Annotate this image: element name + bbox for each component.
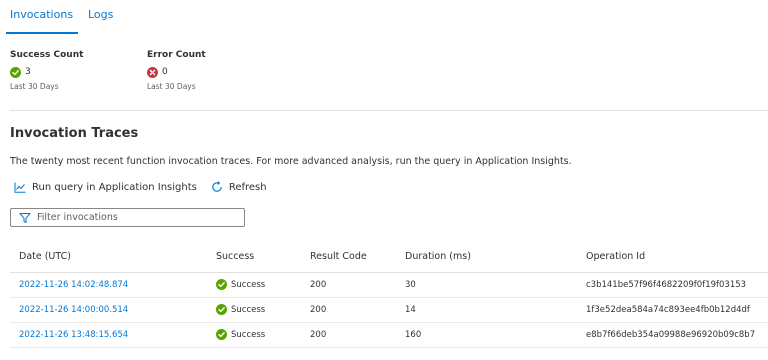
error-x-icon: [147, 66, 158, 78]
table-row: 2022-11-26 14:00:00.514 Success 200 14 1…: [10, 298, 768, 323]
result-code: 200: [310, 280, 327, 290]
success-cell: Success: [216, 304, 265, 315]
tab-logs[interactable]: Logs: [88, 8, 113, 21]
success-text: Success: [231, 329, 266, 340]
success-text: Success: [231, 304, 266, 315]
header-date[interactable]: Date (UTC): [19, 251, 71, 262]
success-count-metric: Success Count 3 Last 30 Days: [10, 50, 83, 91]
refresh-button[interactable]: Refresh: [211, 181, 267, 193]
section-description: The twenty most recent function invocati…: [10, 156, 572, 167]
success-cell: Success: [216, 279, 265, 290]
success-text: Success: [231, 279, 266, 290]
date-link[interactable]: 2022-11-26 14:02:48.874: [19, 280, 128, 290]
error-count-value: 0: [162, 67, 168, 77]
section-divider: [10, 110, 768, 111]
success-check-icon: [10, 66, 21, 78]
error-count-metric: Error Count 0 Last 30 Days: [147, 50, 206, 91]
result-code: 200: [310, 330, 327, 340]
success-count-title: Success Count: [10, 50, 84, 60]
toolbar: Run query in Application Insights Refres…: [14, 181, 267, 193]
duration: 14: [405, 305, 416, 315]
invocations-table: Date (UTC) Success Result Code Duration …: [10, 244, 768, 348]
table-row: 2022-11-26 14:02:48.874 Success 200 30 c…: [10, 273, 768, 298]
table-row: 2022-11-26 13:48:15.654 Success 200 160 …: [10, 323, 768, 348]
success-check-icon: [216, 279, 227, 290]
date-link[interactable]: 2022-11-26 13:48:15.654: [19, 330, 128, 340]
operation-id: c3b141be57f96f4682209f0f19f03153: [586, 280, 747, 290]
run-query-button[interactable]: Run query in Application Insights: [14, 182, 197, 193]
refresh-icon: [212, 181, 222, 192]
success-check-icon: [216, 304, 227, 315]
refresh-label: Refresh: [228, 181, 267, 193]
chart-icon: [14, 182, 26, 193]
duration: 30: [405, 280, 416, 290]
success-check-icon: [216, 329, 227, 340]
header-result-code[interactable]: Result Code: [310, 251, 367, 262]
success-cell: Success: [216, 329, 265, 340]
header-success[interactable]: Success: [216, 251, 254, 262]
filter-icon: [19, 212, 31, 223]
filter-box: [10, 208, 245, 227]
header-duration[interactable]: Duration (ms): [405, 251, 471, 262]
date-link[interactable]: 2022-11-26 14:00:00.514: [19, 305, 128, 315]
table-header: Date (UTC) Success Result Code Duration …: [10, 244, 768, 273]
error-count-title: Error Count: [147, 50, 206, 60]
filter-input[interactable]: [37, 212, 237, 223]
section-title: Invocation Traces: [10, 126, 139, 141]
tab-invocations[interactable]: Invocations: [10, 8, 73, 21]
run-query-label: Run query in Application Insights: [32, 181, 197, 193]
operation-id: 1f3e52dea584a74c893ee4fb0b12d4df: [586, 305, 750, 315]
success-count-period: Last 30 Days: [10, 82, 59, 91]
tab-bar: Invocations Logs: [0, 0, 768, 36]
success-count-value: 3: [25, 67, 31, 77]
header-operation-id[interactable]: Operation Id: [586, 251, 645, 262]
result-code: 200: [310, 305, 327, 315]
active-tab-indicator: [6, 32, 78, 34]
operation-id: e8b7f66deb354a09988e96920b09c8b7: [586, 330, 756, 340]
error-count-period: Last 30 Days: [147, 82, 196, 91]
duration: 160: [405, 330, 422, 340]
